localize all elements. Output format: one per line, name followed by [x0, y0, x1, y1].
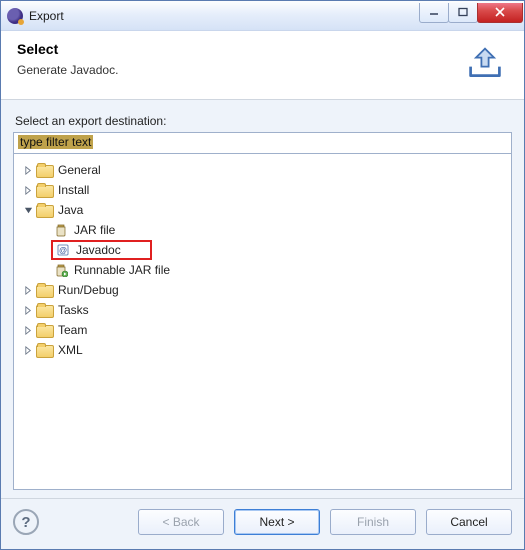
- window-title: Export: [29, 9, 420, 23]
- chevron-right-icon[interactable]: [22, 164, 34, 176]
- eclipse-icon: [7, 8, 23, 24]
- folder-icon: [36, 283, 52, 297]
- tree-label: Run/Debug: [56, 283, 121, 297]
- folder-icon: [36, 343, 52, 357]
- titlebar[interactable]: Export: [1, 1, 524, 31]
- jar-icon: [54, 223, 68, 237]
- tree-item-install[interactable]: Install: [22, 180, 507, 200]
- export-dialog: Export Select Generate Javadoc. Select a…: [0, 0, 525, 550]
- folder-icon: [36, 163, 52, 177]
- page-subtitle: Generate Javadoc.: [17, 63, 462, 77]
- tree-item-run-debug[interactable]: Run/Debug: [22, 280, 507, 300]
- folder-icon: [36, 323, 52, 337]
- tree-label: General: [56, 163, 103, 177]
- close-button[interactable]: [477, 3, 523, 23]
- tree-label: XML: [56, 343, 85, 357]
- chevron-down-icon[interactable]: [22, 204, 34, 216]
- back-button[interactable]: < Back: [138, 509, 224, 535]
- dialog-header: Select Generate Javadoc.: [1, 31, 524, 99]
- chevron-right-icon[interactable]: [22, 304, 34, 316]
- cancel-button[interactable]: Cancel: [426, 509, 512, 535]
- tree-item-java[interactable]: Java: [22, 200, 507, 220]
- destination-label: Select an export destination:: [15, 114, 510, 128]
- tree-item-tasks[interactable]: Tasks: [22, 300, 507, 320]
- dialog-body: Select an export destination: type filte…: [1, 100, 524, 498]
- tree-item-javadoc[interactable]: @ Javadoc: [40, 240, 507, 260]
- javadoc-icon: @: [56, 243, 70, 257]
- folder-icon: [36, 303, 52, 317]
- tree-item-jar-file[interactable]: JAR file: [40, 220, 507, 240]
- export-tree[interactable]: General Install Java: [13, 154, 512, 490]
- maximize-button[interactable]: [448, 3, 478, 23]
- minimize-button[interactable]: [419, 3, 449, 23]
- tree-label: JAR file: [72, 223, 117, 237]
- export-icon: [462, 45, 508, 81]
- tree-label: Tasks: [56, 303, 91, 317]
- folder-icon: [36, 183, 52, 197]
- page-title: Select: [17, 41, 462, 57]
- filter-text: type filter text: [18, 135, 93, 149]
- window-controls: [420, 3, 523, 23]
- svg-text:@: @: [59, 246, 67, 255]
- filter-input[interactable]: type filter text: [13, 132, 512, 154]
- folder-open-icon: [36, 203, 52, 217]
- tree-label: Java: [56, 203, 85, 217]
- tree-item-general[interactable]: General: [22, 160, 507, 180]
- dialog-footer: ? < Back Next > Finish Cancel: [1, 498, 524, 549]
- chevron-right-icon[interactable]: [22, 284, 34, 296]
- tree-label: Install: [56, 183, 91, 197]
- help-button[interactable]: ?: [13, 509, 39, 535]
- tree-label: Runnable JAR file: [72, 263, 172, 277]
- tree-label: Team: [56, 323, 89, 337]
- chevron-right-icon[interactable]: [22, 324, 34, 336]
- chevron-right-icon[interactable]: [22, 184, 34, 196]
- tree-item-team[interactable]: Team: [22, 320, 507, 340]
- tree-label: Javadoc: [74, 243, 123, 257]
- finish-button[interactable]: Finish: [330, 509, 416, 535]
- runnable-jar-icon: [54, 263, 68, 277]
- chevron-right-icon[interactable]: [22, 344, 34, 356]
- next-button[interactable]: Next >: [234, 509, 320, 535]
- tree-item-runnable-jar[interactable]: Runnable JAR file: [40, 260, 507, 280]
- tree-item-xml[interactable]: XML: [22, 340, 507, 360]
